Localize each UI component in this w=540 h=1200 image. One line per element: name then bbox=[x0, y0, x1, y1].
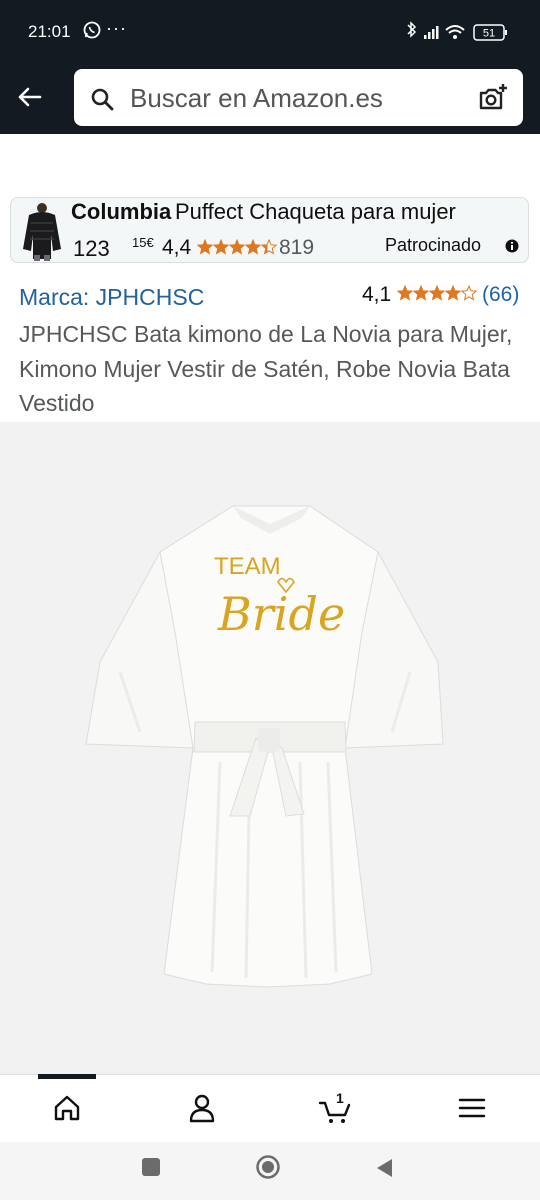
search-icon bbox=[91, 88, 114, 111]
cart-icon[interactable] bbox=[318, 1091, 352, 1125]
status-time: 21:01 bbox=[28, 22, 71, 41]
ad-stars-icon bbox=[197, 239, 277, 255]
star-icon bbox=[260, 239, 277, 255]
ad-price-cents: 15€ bbox=[132, 235, 154, 250]
robe-print-bride: Bride bbox=[217, 587, 345, 641]
star-icon bbox=[412, 285, 430, 301]
account-icon[interactable] bbox=[185, 1091, 219, 1125]
star-icon bbox=[228, 239, 246, 255]
brand-link[interactable]: Marca: JPHCHSC bbox=[19, 284, 204, 311]
home-icon[interactable] bbox=[50, 1091, 84, 1125]
recents-button[interactable] bbox=[142, 1158, 160, 1176]
star-icon bbox=[397, 285, 414, 301]
sponsored-ad-card[interactable]: Columbia Puffect Chaqueta para mujer 123… bbox=[10, 197, 529, 263]
info-icon[interactable] bbox=[505, 239, 519, 253]
robe-print-team: TEAM bbox=[214, 553, 281, 580]
ad-price: 123 bbox=[73, 236, 110, 261]
battery-level: 51 bbox=[483, 28, 495, 40]
star-icon bbox=[428, 285, 446, 301]
star-icon bbox=[444, 285, 462, 301]
home-button[interactable] bbox=[255, 1154, 281, 1180]
cart-count: 1 bbox=[336, 1090, 344, 1106]
ad-rating: 4,4 bbox=[162, 236, 192, 259]
search-input[interactable]: Buscar en Amazon.es bbox=[130, 83, 383, 114]
star-icon bbox=[197, 239, 214, 255]
system-status-icons: 51 bbox=[407, 21, 507, 41]
status-bar: 21:01 ··· 51 bbox=[0, 0, 540, 64]
sponsored-label[interactable]: Patrocinado bbox=[385, 235, 481, 256]
product-title: JPHCHSC Bata kimono de La Novia para Muj… bbox=[19, 321, 513, 416]
star-icon bbox=[244, 239, 262, 255]
ad-brand: Columbia bbox=[71, 199, 172, 224]
star-icon bbox=[212, 239, 230, 255]
camera-search-icon[interactable] bbox=[477, 82, 509, 114]
jacket-thumbnail bbox=[23, 203, 61, 261]
back-button[interactable] bbox=[374, 1157, 394, 1179]
product-rating[interactable]: 4,1 bbox=[362, 283, 391, 307]
star-icon bbox=[460, 285, 477, 301]
search-header: Buscar en Amazon.es bbox=[0, 64, 540, 134]
bottom-nav: 1 bbox=[0, 1074, 540, 1142]
ad-title: Puffect Chaqueta para mujer bbox=[175, 199, 456, 224]
product-review-count[interactable]: (66) bbox=[482, 283, 519, 307]
robe-image: TEAM Bride bbox=[85, 505, 444, 988]
more-notifications-icon: ··· bbox=[106, 18, 127, 38]
back-arrow-icon[interactable] bbox=[14, 81, 46, 113]
whatsapp-icon bbox=[83, 21, 101, 39]
product-image[interactable]: TEAM Bride bbox=[0, 422, 540, 1074]
system-nav-bar bbox=[0, 1142, 540, 1200]
ad-review-count: 819 bbox=[279, 236, 315, 259]
active-tab-indicator bbox=[38, 1074, 96, 1079]
search-bar[interactable]: Buscar en Amazon.es bbox=[74, 69, 523, 126]
menu-icon[interactable] bbox=[455, 1091, 489, 1125]
product-stars-icon[interactable] bbox=[397, 285, 477, 301]
